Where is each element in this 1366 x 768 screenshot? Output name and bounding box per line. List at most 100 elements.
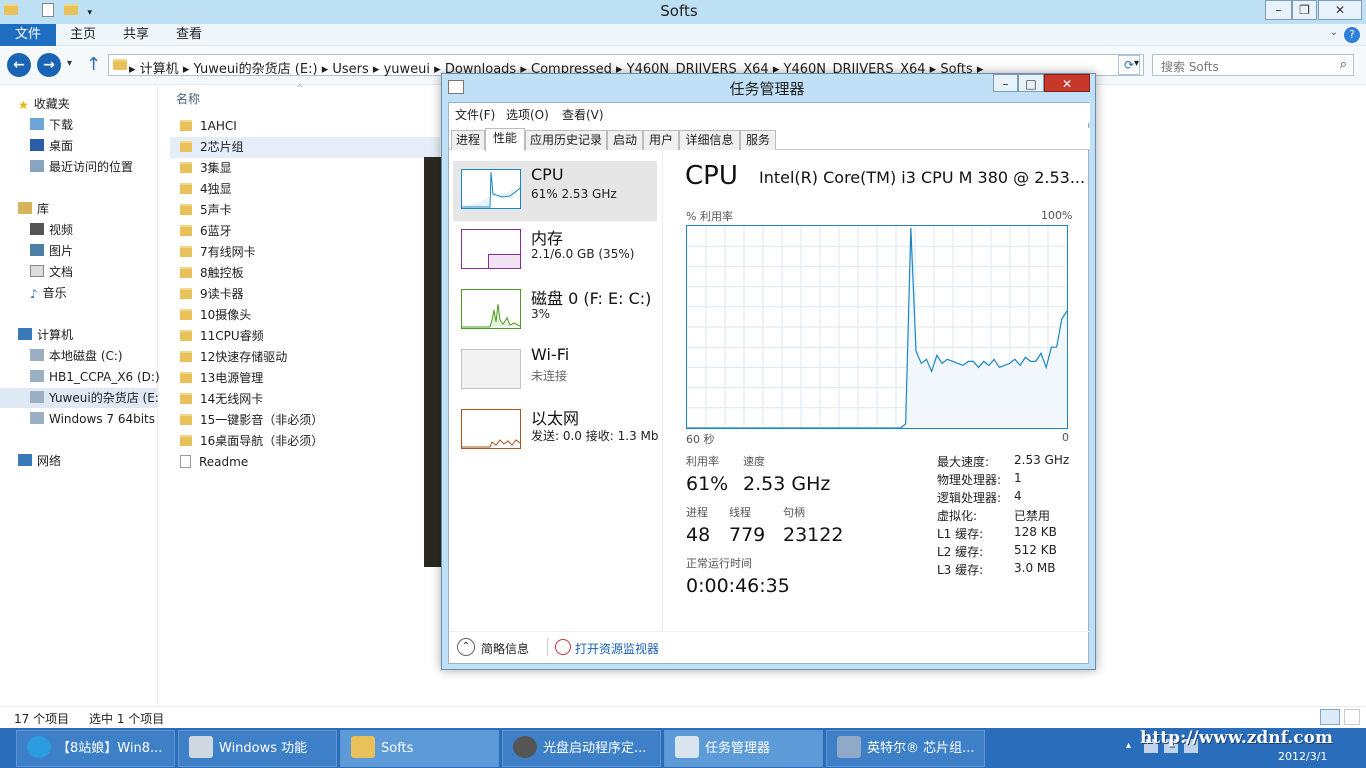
list-item[interactable]: 7有线网卡 [170, 242, 440, 263]
tray-chevron-icon[interactable]: ▴ [1126, 740, 1131, 751]
cpu-utilization-graph [686, 225, 1068, 429]
maximize-button[interactable]: ❐ [1292, 0, 1317, 20]
tab-details[interactable]: 详细信息 [679, 130, 740, 150]
menu-view[interactable]: 查看(V) [562, 106, 604, 123]
spec-max-speed-label: 最大速度: [937, 455, 990, 469]
disk-thumbnail-graph [462, 303, 521, 328]
nav-libraries[interactable]: 库 [18, 199, 175, 219]
nav-recent[interactable]: 最近访问的位置 [30, 157, 187, 177]
spec-logical-label: 逻辑处理器: [937, 491, 1002, 505]
nav-pictures[interactable]: 图片 [30, 241, 187, 261]
large-icons-view-icon[interactable] [1344, 709, 1360, 725]
list-item[interactable]: 13电源管理 [170, 368, 440, 389]
list-item[interactable]: 16桌面导航（非必须） [170, 431, 440, 452]
nav-music[interactable]: ♪ 音乐 [30, 283, 187, 303]
resource-cpu[interactable]: CPU 61% 2.53 GHz [453, 161, 657, 221]
clock-date[interactable]: 2012/3/1 [1278, 750, 1327, 763]
ribbon-tabs: 文件 主页 共享 查看 ⌄ ? [0, 24, 1366, 46]
ribbon-tab-home[interactable]: 主页 [70, 24, 96, 46]
ie-icon [27, 736, 51, 758]
taskbar-item-windows-features[interactable]: Windows 功能 [178, 730, 337, 767]
details-view-icon[interactable] [1320, 709, 1340, 725]
search-icon[interactable]: ⌕ [1340, 57, 1347, 72]
fewer-details-link[interactable]: 简略信息 [481, 640, 529, 657]
taskbar-item-ie[interactable]: 【8站娘】Win8... [16, 730, 175, 767]
tm-minimize-button[interactable]: – [993, 74, 1018, 92]
taskbar-item-intel-chipset[interactable]: 英特尔® 芯片组... [826, 730, 985, 767]
list-item[interactable]: 4独显 [170, 179, 440, 200]
library-icon [18, 202, 32, 214]
list-item[interactable]: 3集显 [170, 158, 440, 179]
tm-close-button[interactable]: ✕ [1044, 74, 1090, 92]
tab-processes[interactable]: 进程 [451, 130, 485, 150]
list-item[interactable]: 8触控板 [170, 263, 440, 284]
nav-network[interactable]: 网络 [18, 451, 175, 471]
resource-memory-value: 2.1/6.0 GB (35%) [531, 247, 635, 261]
nav-videos[interactable]: 视频 [30, 220, 187, 240]
column-header-name[interactable]: 名称 [176, 90, 200, 107]
nav-drive-c[interactable]: 本地磁盘 (C:) [30, 346, 187, 366]
list-item[interactable]: 11CPU睿频 [170, 326, 440, 347]
ribbon-tab-file[interactable]: 文件 [0, 24, 56, 46]
nav-drive-d[interactable]: HB1_CCPA_X6 (D:) [30, 367, 187, 387]
resource-disk[interactable]: 磁盘 0 (F: E: C:) 3% [453, 281, 657, 341]
tm-tabs: 进程 性能 应用历史记录 启动 用户 详细信息 服务 [449, 128, 1090, 151]
ribbon-tab-share[interactable]: 共享 [123, 24, 149, 46]
resource-wifi[interactable]: Wi-Fi 未连接 [453, 341, 657, 401]
nav-win7[interactable]: Windows 7 64bits [30, 409, 187, 429]
tab-startup[interactable]: 启动 [607, 130, 643, 150]
resource-memory[interactable]: 内存 2.1/6.0 GB (35%) [453, 221, 657, 281]
list-item[interactable]: 12快速存储驱动 [170, 347, 440, 368]
help-icon[interactable]: ? [1344, 27, 1360, 43]
tab-users[interactable]: 用户 [643, 130, 679, 150]
nav-desktop[interactable]: 桌面 [30, 136, 187, 156]
taskbar-item-autorun[interactable]: 光盘启动程序定... [502, 730, 661, 767]
breadcrumb-item[interactable]: yuweui [384, 62, 430, 77]
tm-maximize-button[interactable]: □ [1018, 74, 1044, 92]
breadcrumb-item[interactable]: Yuweui的杂货店 (E:) [194, 62, 318, 77]
collapse-icon[interactable]: ⌃ [457, 638, 475, 656]
tab-performance[interactable]: 性能 [485, 128, 525, 151]
back-button[interactable]: ← [7, 53, 31, 77]
taskbar-item-task-manager[interactable]: 任务管理器 [664, 730, 823, 767]
folder-icon [351, 736, 375, 758]
refresh-icon[interactable]: ⟳ [1118, 55, 1140, 75]
close-button[interactable]: ✕ [1318, 0, 1362, 20]
tab-app-history[interactable]: 应用历史记录 [525, 130, 607, 150]
list-item[interactable]: 6蓝牙 [170, 221, 440, 242]
recent-locations-icon[interactable]: ▾ [67, 58, 72, 69]
list-item[interactable]: 15一键影音（非必须） [170, 410, 440, 431]
nav-documents[interactable]: 文档 [30, 262, 187, 282]
list-item[interactable]: 14无线网卡 [170, 389, 440, 410]
list-item[interactable]: Readme [170, 452, 440, 473]
menu-options[interactable]: 选项(O) [506, 106, 549, 123]
nav-drive-e[interactable]: Yuweui的杂货店 (E: [0, 388, 159, 408]
taskbar-item-softs[interactable]: Softs [340, 730, 499, 767]
computer-icon [18, 328, 32, 340]
item-count: 17 个项目 [14, 712, 70, 726]
ribbon-expand-icon[interactable]: ⌄ [1330, 27, 1338, 38]
list-item[interactable]: 9读卡器 [170, 284, 440, 305]
list-item[interactable]: 2芯片组 [170, 137, 440, 158]
tab-services[interactable]: 服务 [740, 130, 776, 150]
folder-icon [180, 246, 192, 257]
list-item[interactable]: 5声卡 [170, 200, 440, 221]
menu-file[interactable]: 文件(F) [455, 106, 495, 123]
search-input[interactable]: 搜索 Softs ⌕ [1152, 54, 1354, 76]
folder-icon [180, 141, 192, 152]
breadcrumb-item[interactable]: Users [332, 62, 368, 77]
up-arrow-icon[interactable]: ↑ [86, 54, 101, 75]
resource-ethernet[interactable]: 以太网 发送: 0.0 接收: 1.3 Mb [453, 401, 658, 461]
ribbon-tab-view[interactable]: 查看 [176, 24, 202, 46]
nav-computer[interactable]: 计算机 [18, 325, 175, 345]
list-item[interactable]: 1AHCI [170, 116, 440, 137]
nav-downloads[interactable]: 下载 [30, 115, 187, 135]
desktop-icon [30, 139, 44, 151]
list-item[interactable]: 10摄像头 [170, 305, 440, 326]
processes-label: 进程 [686, 506, 708, 519]
minimize-button[interactable]: – [1265, 0, 1292, 20]
forward-button[interactable]: → [37, 53, 61, 77]
nav-favorites[interactable]: ★ 收藏夹 [18, 94, 175, 114]
open-resource-monitor-link[interactable]: 打开资源监视器 [575, 640, 659, 657]
breadcrumb-item[interactable]: 计算机 [140, 62, 179, 77]
